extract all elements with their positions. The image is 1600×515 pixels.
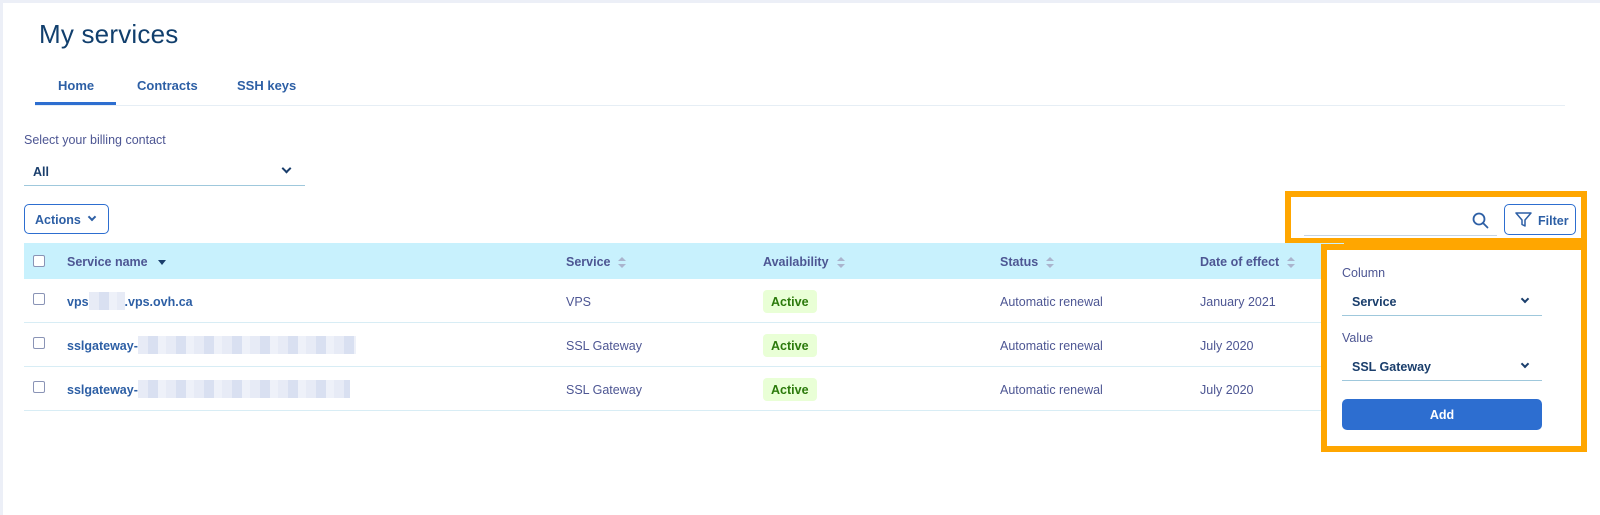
column-header-label: Status [1000, 255, 1039, 269]
status-text: Automatic renewal [1000, 339, 1103, 353]
column-header-label: Service name [67, 255, 148, 269]
availability-badge: Active [763, 334, 817, 357]
service-name-prefix: sslgateway- [67, 339, 138, 353]
chevron-down-icon [1520, 359, 1530, 369]
redacted-text [137, 336, 356, 355]
table-header: Service name Service Availability Status… [24, 243, 1344, 279]
active-tab-indicator [35, 102, 116, 105]
filter-button[interactable]: Filter [1504, 204, 1576, 235]
service-name-prefix: sslgateway- [67, 383, 138, 397]
filter-value-label: Value [1342, 331, 1374, 345]
tab-home[interactable]: Home [58, 78, 94, 93]
sort-icon [836, 256, 845, 269]
filter-button-label: Filter [1538, 214, 1569, 228]
select-all-checkbox[interactable] [33, 255, 45, 267]
sort-icon [1046, 256, 1055, 269]
filter-panel: Column Service Value SSL Gateway Add [1321, 244, 1587, 452]
service-name-prefix: vps [67, 295, 89, 309]
actions-button[interactable]: Actions [24, 204, 109, 234]
date-of-effect: July 2020 [1200, 383, 1254, 397]
billing-contact-select[interactable]: All [24, 156, 305, 186]
billing-contact-label: Select your billing contact [24, 133, 166, 147]
redacted-text [88, 292, 125, 311]
filter-icon [1515, 212, 1532, 227]
chevron-down-icon [1520, 294, 1530, 304]
column-header-status[interactable]: Status [1000, 255, 1055, 269]
service-name-link[interactable]: sslgateway- [67, 336, 356, 355]
availability-badge: Active [763, 290, 817, 313]
service-name-link[interactable]: sslgateway- [67, 380, 350, 399]
tab-contracts[interactable]: Contracts [137, 78, 198, 93]
column-header-availability[interactable]: Availability [763, 255, 845, 269]
column-header-date-of-effect[interactable]: Date of effect [1200, 255, 1296, 269]
table-row: vps .vps.ovh.ca VPS Active Automatic rene… [24, 279, 1344, 323]
tab-bar: Home Contracts SSH keys [35, 70, 1565, 106]
service-type: SSL Gateway [566, 339, 642, 353]
service-name-suffix: .vps.ovh.ca [124, 295, 193, 309]
search-icon[interactable] [1472, 212, 1489, 229]
date-of-effect: January 2021 [1200, 295, 1276, 309]
status-text: Automatic renewal [1000, 383, 1103, 397]
availability-badge: Active [763, 378, 817, 401]
filter-column-value: Service [1352, 295, 1397, 309]
search-input[interactable] [1304, 206, 1497, 236]
sort-icon [1287, 256, 1296, 269]
table-row: sslgateway- SSL Gateway Active Automatic… [24, 323, 1344, 367]
service-type: SSL Gateway [566, 383, 642, 397]
table-row: sslgateway- SSL Gateway Active Automatic… [24, 367, 1344, 411]
status-text: Automatic renewal [1000, 295, 1103, 309]
chevron-down-icon [87, 212, 97, 222]
billing-contact-value: All [33, 165, 49, 179]
page-title: My services [39, 19, 179, 49]
sort-desc-icon [157, 260, 166, 266]
tab-ssh-keys[interactable]: SSH keys [237, 78, 296, 93]
service-type: VPS [566, 295, 592, 309]
chevron-down-icon [281, 163, 292, 174]
row-checkbox[interactable] [33, 381, 45, 393]
filter-column-label: Column [1342, 266, 1386, 280]
filter-column-select[interactable]: Service [1342, 286, 1542, 316]
row-checkbox[interactable] [33, 337, 45, 349]
sort-icon [618, 256, 627, 269]
add-filter-button[interactable]: Add [1342, 399, 1542, 430]
column-header-label: Availability [763, 255, 829, 269]
actions-button-label: Actions [35, 213, 81, 227]
service-name-link[interactable]: vps .vps.ovh.ca [67, 292, 193, 311]
column-header-service-name[interactable]: Service name [67, 255, 166, 269]
filter-value-select[interactable]: SSL Gateway [1342, 351, 1542, 381]
column-header-service[interactable]: Service [566, 255, 627, 269]
column-header-label: Service [566, 255, 611, 269]
row-checkbox[interactable] [33, 293, 45, 305]
filter-value-value: SSL Gateway [1352, 360, 1431, 374]
redacted-text [137, 380, 350, 399]
date-of-effect: July 2020 [1200, 339, 1254, 353]
column-header-label: Date of effect [1200, 255, 1280, 269]
